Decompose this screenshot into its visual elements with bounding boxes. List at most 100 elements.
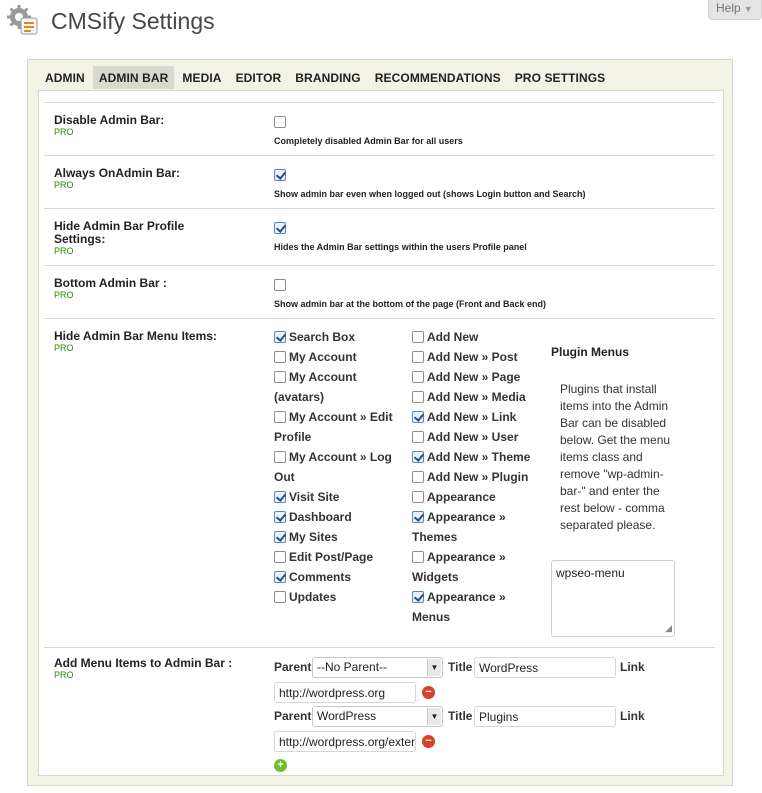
menu-item-checkbox[interactable] [412, 351, 424, 363]
menu-item-checkbox[interactable] [274, 591, 286, 603]
link-input-value: http://wordpress.org [279, 686, 386, 700]
page-title: CMSify Settings [51, 8, 215, 34]
menu-items-column-2: Add New Add New » Post Add New » Page Add N… [412, 327, 540, 627]
parent-label: Parent [274, 709, 312, 723]
menu-item-label: Appearance » Widgets [412, 550, 506, 584]
title-input[interactable]: WordPress [474, 657, 616, 678]
menu-item-checkbox[interactable] [274, 411, 286, 423]
menu-item-checkbox[interactable] [412, 471, 424, 483]
menu-item-option: Appearance » Menus [412, 587, 540, 627]
add-icon[interactable]: + [274, 759, 287, 772]
title-input[interactable]: Plugins [474, 706, 616, 727]
tab-editor[interactable]: EDITOR [230, 66, 288, 89]
menu-item-checkbox[interactable] [412, 431, 424, 443]
menu-item-label: My Account » Edit Profile [274, 410, 393, 444]
menu-item-checkbox[interactable] [274, 571, 286, 583]
menu-item-checkbox[interactable] [274, 451, 286, 463]
menu-item-option: My Sites [274, 527, 402, 547]
menu-item-checkbox[interactable] [412, 331, 424, 343]
menu-item-label: Add New » Media [427, 390, 526, 404]
menu-items-column-1: Search Box My Account My Account (avatars)… [274, 327, 402, 607]
menu-item-option: Add New [412, 327, 540, 347]
menu-item-checkbox[interactable] [412, 451, 424, 463]
setting-label: Always OnAdmin Bar: [54, 166, 181, 180]
menu-item-label: Add New » Page [427, 370, 521, 384]
tab-branding[interactable]: BRANDING [289, 66, 366, 89]
pro-badge: PRO [54, 290, 74, 300]
menu-item-option: Add New » Link [412, 407, 540, 427]
link-input[interactable]: http://wordpress.org/extend/plugins [274, 731, 416, 752]
remove-icon[interactable]: − [422, 686, 435, 699]
menu-item-label: My Sites [289, 530, 338, 544]
tab-pro-settings[interactable]: PRO SETTINGS [509, 66, 612, 89]
parent-select-value: --No Parent-- [317, 660, 388, 674]
settings-page-icon [7, 5, 38, 35]
parent-select[interactable]: --No Parent-- ▼ [312, 657, 443, 678]
resize-grip-icon[interactable]: ◢ [665, 623, 672, 634]
menu-item-option: My Account » Edit Profile [274, 407, 402, 447]
bottom-admin-bar-checkbox[interactable] [274, 279, 286, 291]
menu-item-label: Dashboard [289, 510, 352, 524]
menu-item-checkbox[interactable] [412, 411, 424, 423]
menu-item-option: My Account » Log Out [274, 447, 402, 487]
setting-description: Show admin bar even when logged out (sho… [274, 189, 586, 199]
menu-item-option: Updates [274, 587, 402, 607]
menu-item-checkbox[interactable] [274, 511, 286, 523]
link-input[interactable]: http://wordpress.org [274, 682, 416, 703]
menu-item-checkbox[interactable] [274, 371, 286, 383]
tab-media[interactable]: MEDIA [176, 66, 227, 89]
setting-label: Hide Admin Bar Menu Items: [54, 329, 217, 343]
menu-item-checkbox[interactable] [274, 351, 286, 363]
title-input-value: WordPress [479, 661, 539, 675]
title-label: Title [448, 709, 473, 723]
menu-item-option: Comments [274, 567, 402, 587]
chevron-down-icon: ▼ [427, 659, 441, 676]
menu-item-option: Visit Site [274, 487, 402, 507]
help-label: Help [716, 1, 741, 15]
setting-description: Show admin bar at the bottom of the page… [274, 299, 547, 309]
menu-item-label: Edit Post/Page [289, 550, 374, 564]
plugin-menus-value: wpseo-menu [556, 566, 625, 580]
menu-item-option: Add New » Page [412, 367, 540, 387]
menu-item-checkbox[interactable] [274, 491, 286, 503]
hide-profile-settings-checkbox[interactable] [274, 222, 286, 234]
menu-item-checkbox[interactable] [412, 491, 424, 503]
menu-item-label: Comments [289, 570, 352, 584]
menu-item-checkbox[interactable] [412, 371, 424, 383]
menu-item-checkbox[interactable] [274, 331, 286, 343]
menu-item-checkbox[interactable] [412, 551, 424, 563]
menu-item-checkbox[interactable] [274, 531, 286, 543]
always-on-admin-bar-checkbox[interactable] [274, 169, 286, 181]
setting-hide-menu-items: Hide Admin Bar Menu Items: PRO Search Bo… [44, 318, 715, 647]
plugin-menus-textarea[interactable]: wpseo-menu ◢ [551, 560, 675, 637]
menu-item-checkbox[interactable] [412, 391, 424, 403]
menu-item-checkbox[interactable] [412, 511, 424, 523]
tab-admin[interactable]: ADMIN [39, 66, 91, 89]
menu-item-checkbox[interactable] [274, 551, 286, 563]
link-label: Link [620, 660, 645, 674]
tab-admin-bar[interactable]: ADMIN BAR [92, 66, 175, 89]
link-input-value: http://wordpress.org/extend/plugins [279, 735, 416, 749]
parent-label: Parent [274, 660, 312, 674]
pro-badge: PRO [54, 343, 74, 353]
menu-item-label: Appearance » Menus [412, 590, 506, 624]
menu-item-label: Add New » Plugin [427, 470, 529, 484]
menu-item-label: Appearance » Themes [412, 510, 506, 544]
menu-item-label: My Account » Log Out [274, 450, 392, 484]
setting-always-on-admin-bar: Always OnAdmin Bar: PRO Show admin bar e… [44, 155, 715, 208]
pro-badge: PRO [54, 180, 74, 190]
tab-bar: ADMIN ADMIN BAR MEDIA EDITOR BRANDING RECOMME… [39, 66, 613, 89]
help-tab[interactable]: Help ▼ [708, 0, 762, 20]
menu-item-checkbox[interactable] [412, 591, 424, 603]
plugin-menus-title: Plugin Menus [551, 345, 629, 359]
setting-bottom-admin-bar: Bottom Admin Bar : PRO Show admin bar at… [44, 265, 715, 318]
disable-admin-bar-checkbox[interactable] [274, 116, 286, 128]
title-label: Title [448, 660, 473, 674]
tab-recommendations[interactable]: RECOMMENDATIONS [369, 66, 507, 89]
menu-item-label: Search Box [289, 330, 356, 344]
title-input-value: Plugins [479, 710, 519, 724]
remove-icon[interactable]: − [422, 735, 435, 748]
parent-select[interactable]: WordPress ▼ [312, 706, 443, 727]
menu-item-option: Add New » Plugin [412, 467, 540, 487]
plugin-menus-box: Plugin Menus Plugins that install items … [551, 345, 681, 637]
